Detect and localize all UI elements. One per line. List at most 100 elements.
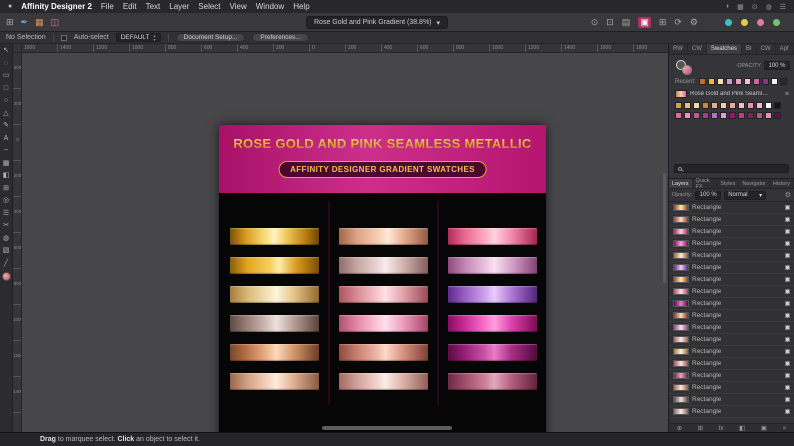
menu-help[interactable]: Help xyxy=(293,2,309,11)
layer-row[interactable]: Rectangle xyxy=(669,382,794,394)
layer-row[interactable]: Rectangle xyxy=(669,346,794,358)
menu-layer[interactable]: Layer xyxy=(169,2,189,11)
mask-tool[interactable]: ◧ xyxy=(3,172,10,180)
layer-visibility-checkbox[interactable] xyxy=(785,265,790,270)
tab-swatches[interactable]: Swatches xyxy=(707,44,742,54)
layer-row[interactable]: Rectangle xyxy=(669,310,794,322)
opacity-value[interactable]: 100 % xyxy=(764,61,790,70)
gradient-swatch[interactable] xyxy=(448,373,537,390)
recent-color-chip[interactable] xyxy=(771,78,778,85)
layer-row[interactable]: Rectangle xyxy=(669,394,794,406)
panel-tab-rw[interactable]: RW xyxy=(669,44,688,54)
layer-visibility-checkbox[interactable] xyxy=(785,361,790,366)
layer-row[interactable]: Rectangle xyxy=(669,298,794,310)
grid-tool[interactable]: ⊞ xyxy=(3,185,9,193)
layer-row[interactable]: Rectangle xyxy=(669,370,794,382)
add-layer-icon[interactable]: ⊕ xyxy=(677,424,682,432)
panel-tab-bt[interactable]: Bt xyxy=(742,44,757,54)
palette-color-chip[interactable] xyxy=(738,112,745,119)
curve-tool[interactable]: ~ xyxy=(4,147,8,155)
fill-tool[interactable]: ▧ xyxy=(3,247,10,255)
pixel-persona-icon[interactable]: ▦ xyxy=(35,18,44,27)
layer-row[interactable]: Rectangle xyxy=(669,322,794,334)
artwork-document[interactable]: ROSE GOLD AND PINK SEAMLESS METALLIC AFF… xyxy=(219,125,546,446)
layer-visibility-checkbox[interactable] xyxy=(785,349,790,354)
palette-color-chip[interactable] xyxy=(693,102,700,109)
node-tool[interactable]: ◌ xyxy=(4,60,8,68)
menu-file[interactable]: File xyxy=(101,2,114,11)
snapping-icon[interactable]: ⊙ xyxy=(591,18,599,27)
gradient-swatch[interactable] xyxy=(448,344,537,361)
blend-mode-select[interactable]: Normal ▾ xyxy=(724,191,766,200)
palette-color-chip[interactable] xyxy=(765,102,772,109)
status-icon-4[interactable]: ◍ xyxy=(766,3,772,11)
palette-color-chip[interactable] xyxy=(702,112,709,119)
recent-color-chip[interactable] xyxy=(726,78,733,85)
palette-color-chip[interactable] xyxy=(720,112,727,119)
recent-color-chip[interactable] xyxy=(708,78,715,85)
layer-fx-icon[interactable]: fx xyxy=(719,425,724,432)
tab-layers[interactable]: Layers xyxy=(669,179,693,188)
layer-visibility-checkbox[interactable] xyxy=(785,301,790,306)
palette-color-chip[interactable] xyxy=(729,102,736,109)
style-select[interactable]: DEFAULT ▴ ▾ xyxy=(116,33,161,42)
gradient-swatch[interactable] xyxy=(448,257,537,274)
apple-menu-icon[interactable]: ● xyxy=(8,3,12,10)
preferences-button[interactable]: Preferences... xyxy=(252,33,308,42)
gradient-swatch[interactable] xyxy=(230,344,319,361)
menu-select[interactable]: Select xyxy=(198,2,220,11)
palette-color-chip[interactable] xyxy=(729,112,736,119)
layer-row[interactable]: Rectangle xyxy=(669,250,794,262)
gradient-swatch[interactable] xyxy=(339,315,428,332)
layer-row[interactable]: Rectangle xyxy=(669,226,794,238)
panel-tab-cw1[interactable]: CW xyxy=(688,44,707,54)
canvas[interactable]: ROSE GOLD AND PINK SEAMLESS METALLIC AFF… xyxy=(22,53,668,432)
palette-color-chip[interactable] xyxy=(774,102,781,109)
artboard-tool[interactable]: ▭ xyxy=(3,72,10,80)
palette-color-chip[interactable] xyxy=(675,102,682,109)
layer-visibility-checkbox[interactable] xyxy=(785,229,790,234)
layers-opacity-value[interactable]: 100 % xyxy=(695,191,721,200)
palette-color-chip[interactable] xyxy=(738,102,745,109)
toolbar-status-dot-0[interactable] xyxy=(725,19,732,26)
style-stepper-icons[interactable]: ▴ ▾ xyxy=(154,34,156,42)
recent-color-chip[interactable] xyxy=(735,78,742,85)
ellipse-tool[interactable]: ○ xyxy=(4,97,8,105)
recent-color-chip[interactable] xyxy=(699,78,706,85)
gradient-swatch[interactable] xyxy=(339,228,428,245)
line-tool[interactable]: ╱ xyxy=(4,260,8,268)
panel-tab-apf[interactable]: Apf xyxy=(776,44,794,54)
menu-text[interactable]: Text xyxy=(146,2,161,11)
palette-color-chip[interactable] xyxy=(711,102,718,109)
gradient-swatch[interactable] xyxy=(230,228,319,245)
palette-color-chip[interactable] xyxy=(711,112,718,119)
palette-selector[interactable]: Rose Gold and Pink Seaml… ≡ xyxy=(675,90,789,98)
color-picker-tool[interactable]: ◍ xyxy=(3,235,9,243)
palette-color-chip[interactable] xyxy=(747,112,754,119)
toolbar-status-dot-3[interactable] xyxy=(773,19,780,26)
vscroll-thumb[interactable] xyxy=(663,173,666,283)
layer-row[interactable]: Rectangle xyxy=(669,238,794,250)
slice-tool[interactable]: ✂ xyxy=(3,222,9,230)
palette-color-chip[interactable] xyxy=(684,102,691,109)
vertical-scrollbar[interactable] xyxy=(662,53,667,425)
stepper-down-icon[interactable]: ▾ xyxy=(154,38,156,42)
gradient-swatch[interactable] xyxy=(230,373,319,390)
layer-row[interactable]: Rectangle xyxy=(669,262,794,274)
rectangle-tool[interactable]: □ xyxy=(4,85,8,93)
insert-icon[interactable]: ⊞ xyxy=(659,18,667,27)
swatch-search-field[interactable] xyxy=(674,164,789,173)
status-icon-3[interactable]: ⊙ xyxy=(752,3,758,11)
layer-visibility-checkbox[interactable] xyxy=(785,397,790,402)
settings-icon[interactable]: ⚙ xyxy=(690,18,698,27)
tab-history[interactable]: History xyxy=(770,179,794,188)
layer-visibility-checkbox[interactable] xyxy=(785,325,790,330)
gradient-swatch[interactable] xyxy=(339,373,428,390)
layer-visibility-checkbox[interactable] xyxy=(785,337,790,342)
recent-color-chip[interactable] xyxy=(717,78,724,85)
gradient-swatch[interactable] xyxy=(230,286,319,303)
gradient-swatch[interactable] xyxy=(339,286,428,303)
palette-color-chip[interactable] xyxy=(756,102,763,109)
layer-visibility-checkbox[interactable] xyxy=(785,205,790,210)
layers-settings-icon[interactable]: ⚙ xyxy=(785,191,791,199)
